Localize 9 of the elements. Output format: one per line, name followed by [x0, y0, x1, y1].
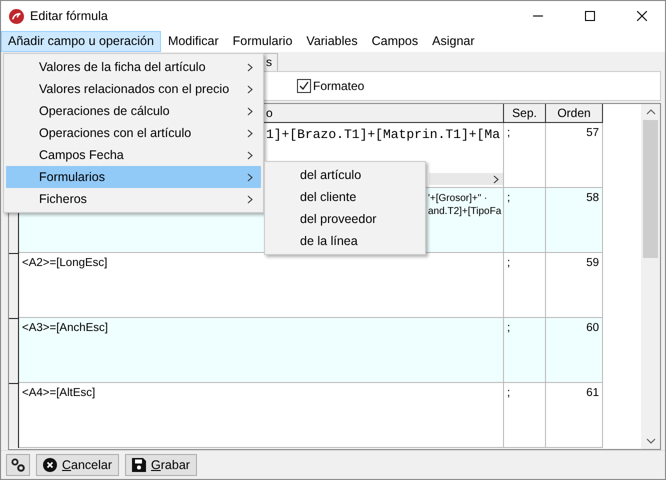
formula-text: '+[Grosor]+" · — [428, 192, 488, 206]
formula-text: 1]+[Brazo.T1]+[Matprin.T1]+[Ma — [266, 127, 500, 144]
window-title: Editar fórmula — [30, 9, 109, 23]
sep-cell: ; — [504, 383, 546, 448]
formula-text: <A2>=[LongEsc] — [22, 257, 108, 270]
formula-text: <A3>=[AnchEsc] — [22, 322, 108, 336]
orden-cell: 61 — [546, 383, 603, 448]
formula-text: and.T2]+[TipoFa — [428, 205, 502, 218]
formula-text: <A4>=[AltEsc] — [22, 387, 96, 400]
